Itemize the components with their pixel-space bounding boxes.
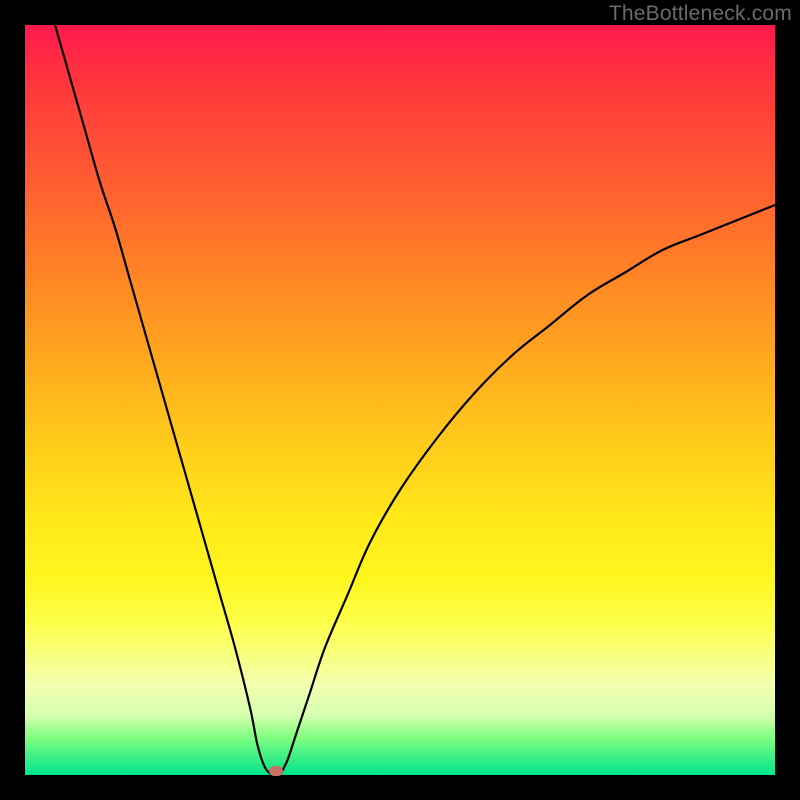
- curve-right-branch: [280, 205, 775, 775]
- chart-plot-area: [25, 25, 775, 775]
- curve-left-branch: [55, 25, 273, 775]
- watermark-text: TheBottleneck.com: [609, 2, 792, 26]
- bottleneck-curve: [25, 25, 775, 775]
- optimal-point-marker: [269, 766, 283, 776]
- chart-frame: TheBottleneck.com: [0, 0, 800, 800]
